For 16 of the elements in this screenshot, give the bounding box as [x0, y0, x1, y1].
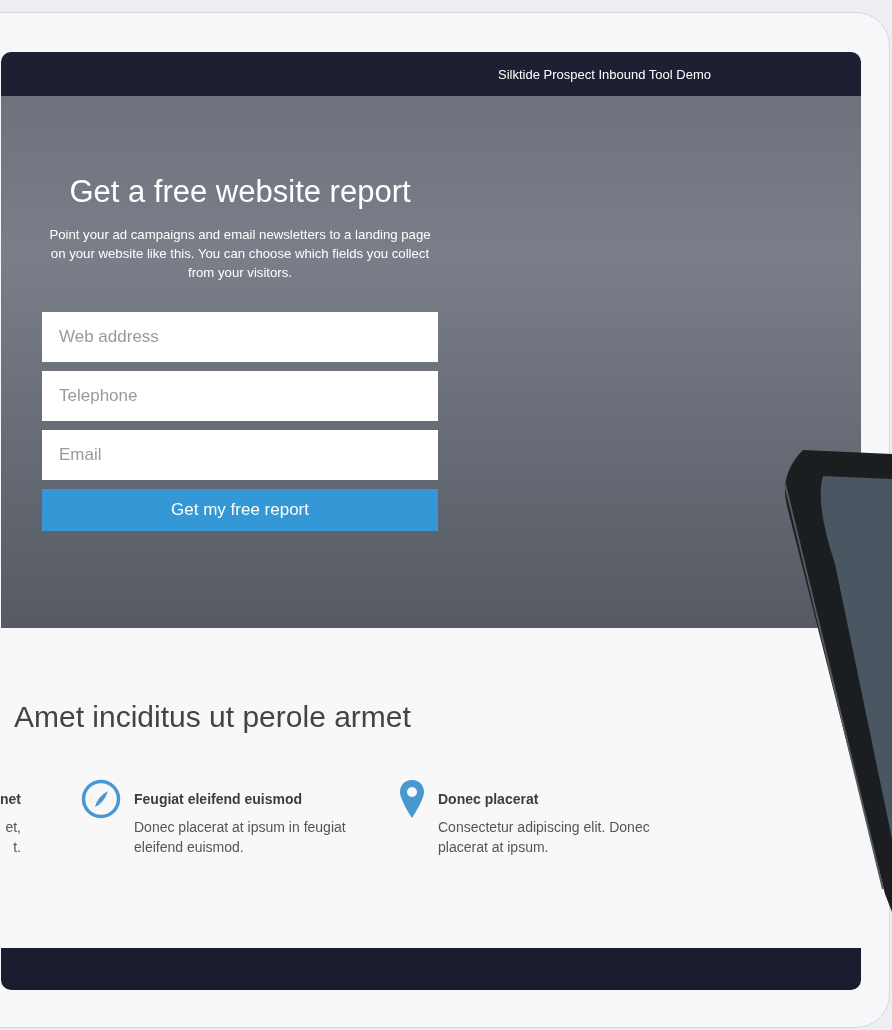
map-pin-icon: [399, 779, 425, 819]
section-heading: Amet inciditus ut perole armet: [14, 700, 412, 734]
input-field[interactable]: Email: [42, 430, 438, 480]
feature-title: Feugiat eleifend euismod: [134, 791, 304, 807]
compass-icon: [81, 779, 121, 819]
input-field[interactable]: Telephone: [42, 371, 438, 421]
report-button[interactable]: Get my free report: [42, 489, 438, 531]
hero-description: Point your ad campaigns and email newsletters to a landing page on your website like this. You can choose which fields you collect from your visitors.: [48, 226, 432, 282]
hero-title: Get a free website report: [68, 174, 412, 210]
site-title: Silktide Prospect Inbound Tool Demo: [498, 66, 711, 82]
feature-title: net: [1, 791, 21, 807]
feature-title: Donec placerat: [438, 791, 540, 807]
input-field[interactable]: Web address: [42, 312, 438, 362]
feature-description: et, t.: [4, 818, 21, 857]
feature-description: Consectetur adipiscing elit. Donec placerat at ipsum.: [438, 818, 650, 857]
feature-description: Donec placerat at ipsum in feugiat eleifend euismod.: [134, 818, 346, 857]
